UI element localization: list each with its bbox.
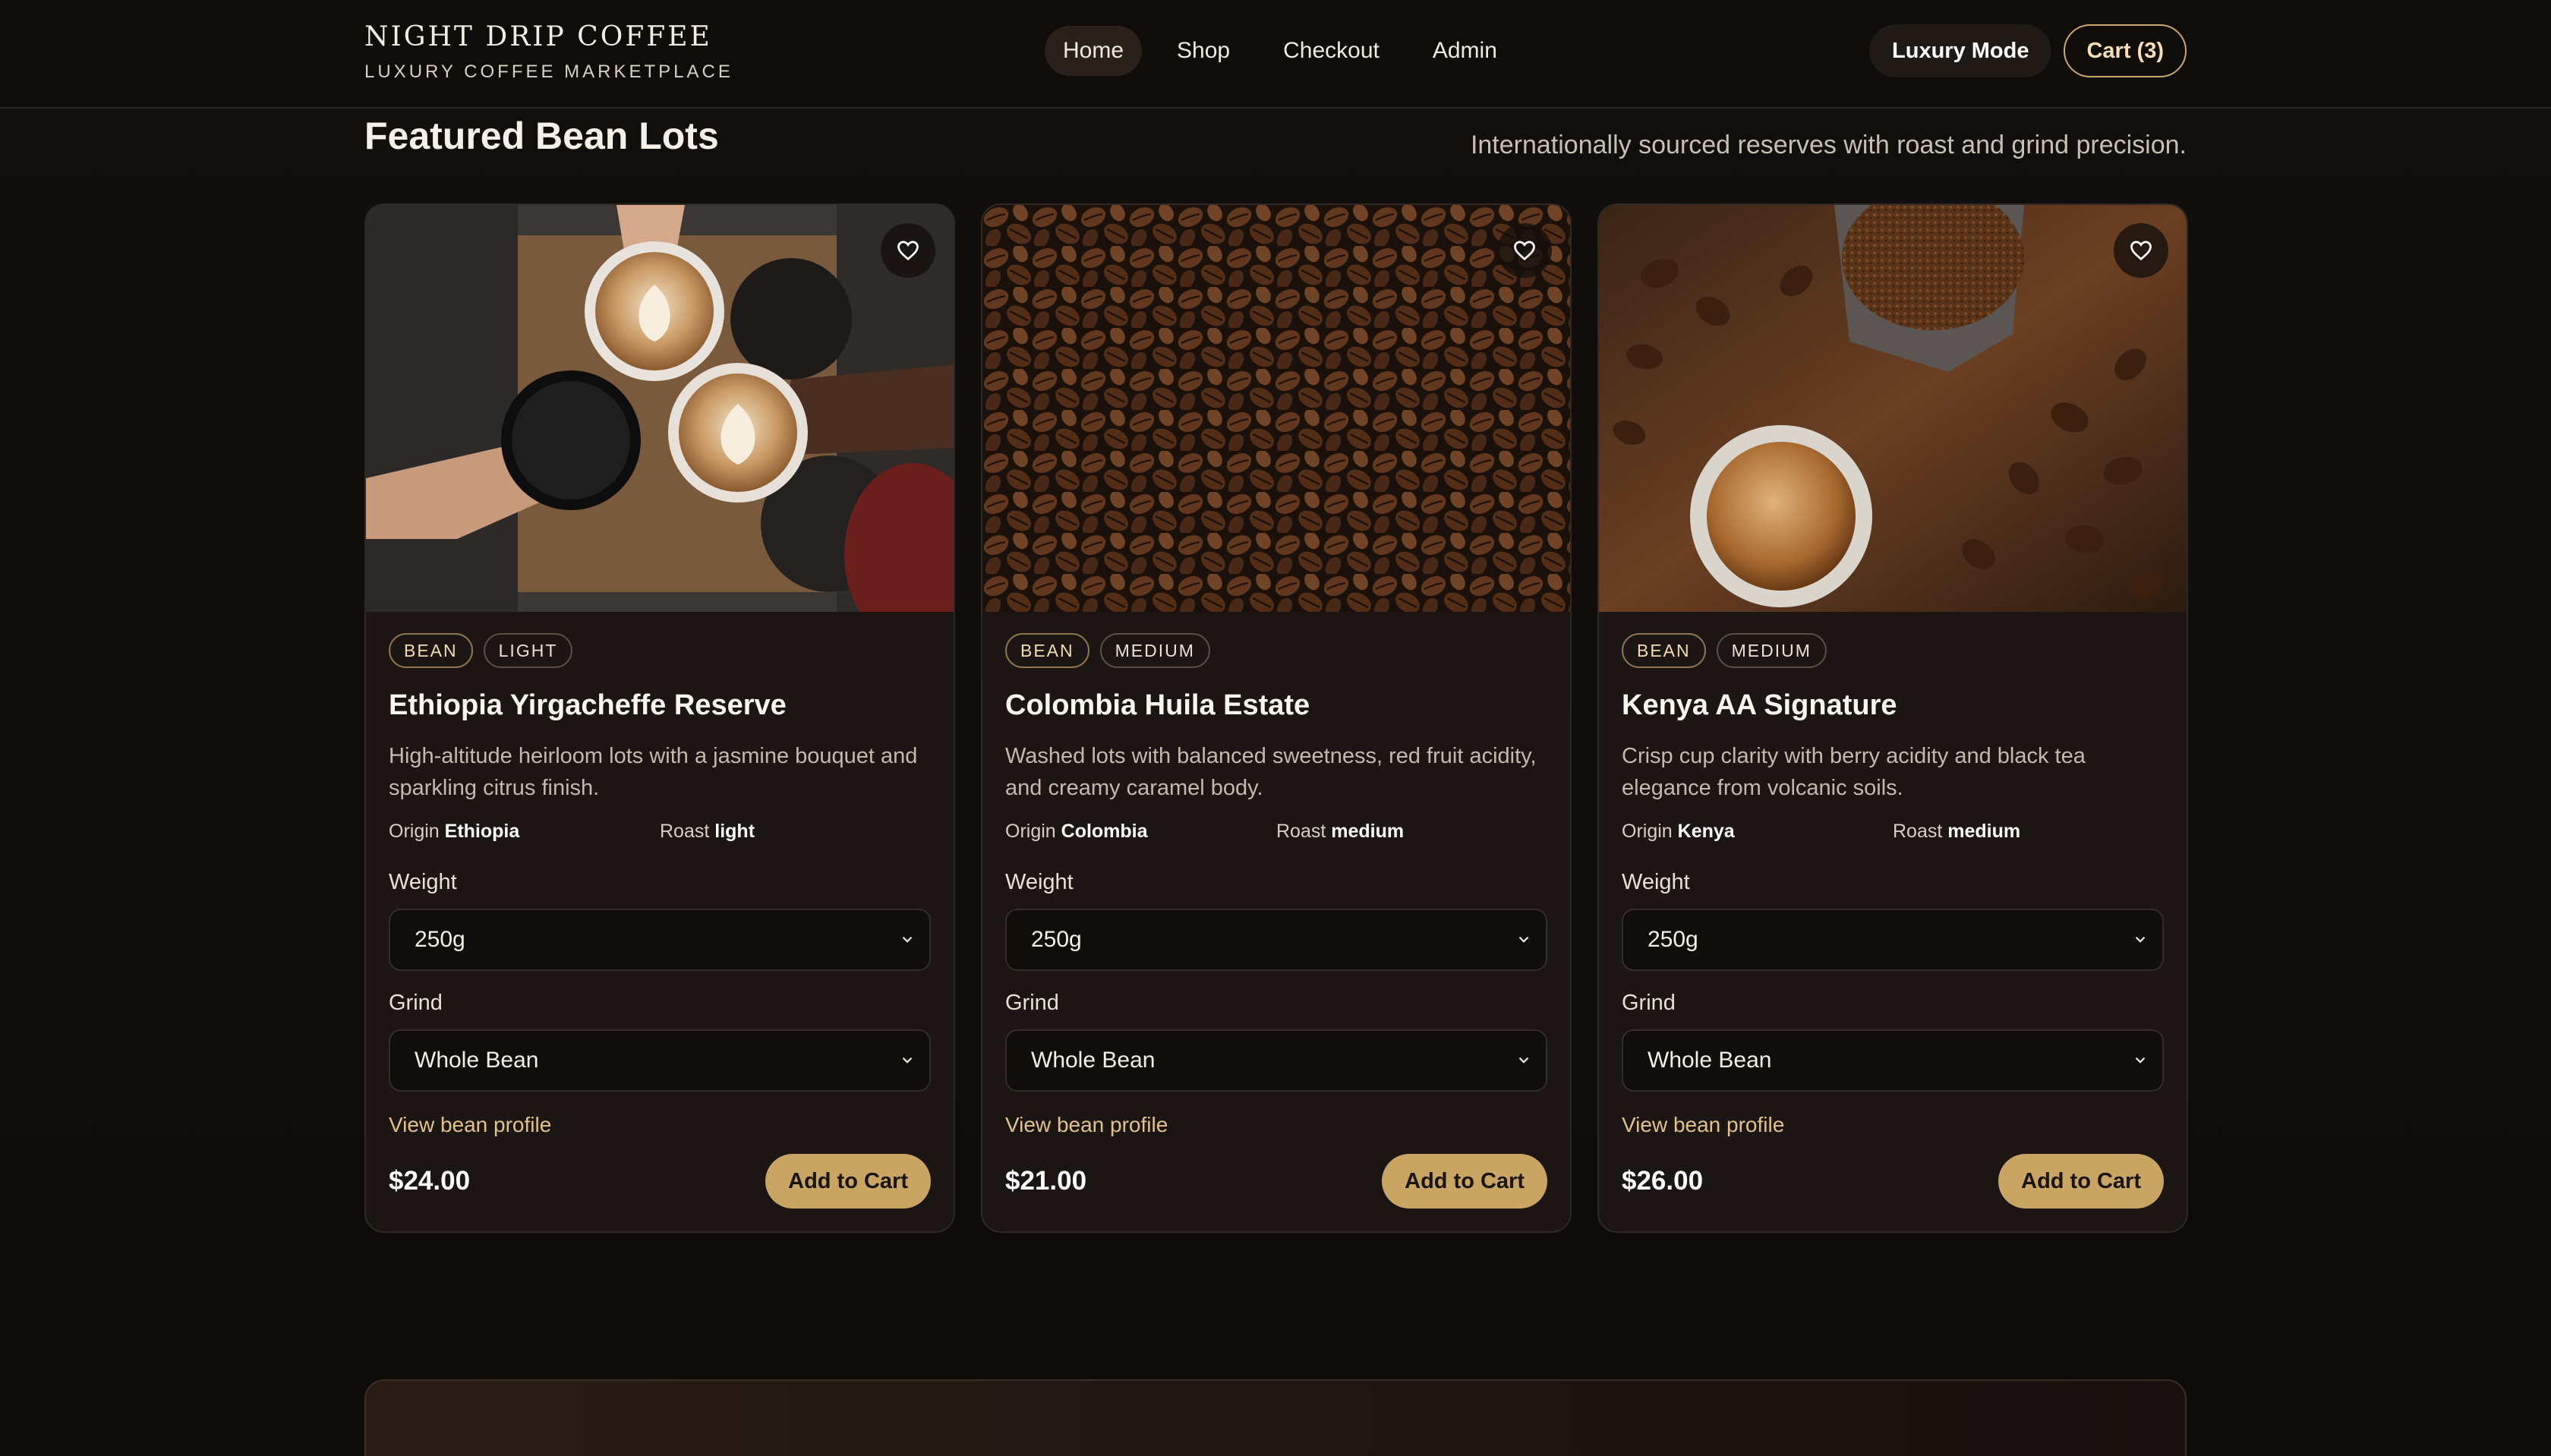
weight-value: 250g [1648, 927, 1698, 952]
origin-label: Origin [1005, 821, 1056, 842]
product-description: High-altitude heirloom lots with a jasmi… [389, 744, 918, 800]
roast-label: Roast [1893, 821, 1943, 842]
grind-label: Grind [389, 991, 443, 1015]
luxury-mode-button[interactable]: Luxury Mode [1869, 24, 2052, 77]
heart-icon [897, 241, 919, 261]
heart-icon [1514, 241, 1535, 261]
brand[interactable]: NIGHT DRIP COFFEE LUXURY COFFEE MARKETPL… [364, 21, 733, 83]
weight-select[interactable]: 250g [1622, 909, 2164, 971]
grind-value: Whole Bean [415, 1048, 539, 1073]
roast-value: medium [1331, 821, 1405, 842]
grind-select[interactable]: Whole Bean [1622, 1029, 2164, 1092]
product-card: BEAN MEDIUM Kenya AA Signature Crisp cup… [1597, 203, 2188, 1233]
roast-tag: LIGHT [483, 633, 573, 668]
product-card: BEAN LIGHT Ethiopia Yirgacheffe Reserve … [364, 203, 955, 1233]
favorite-button[interactable] [1497, 223, 1552, 278]
add-to-cart-button[interactable]: Add to Cart [1998, 1154, 2164, 1209]
grind-select[interactable]: Whole Bean [389, 1029, 931, 1092]
chevron-down-icon [902, 936, 913, 943]
weight-label: Weight [1005, 870, 1074, 894]
chevron-down-icon [1518, 1057, 1529, 1064]
roast-label: Roast [1276, 821, 1326, 842]
origin-label: Origin [1622, 821, 1673, 842]
page: NIGHT DRIP COFFEE LUXURY COFFEE MARKETPL… [0, 0, 2551, 1456]
weight-value: 250g [415, 927, 465, 952]
promo-panel [364, 1379, 2187, 1456]
weight-value: 250g [1031, 927, 1082, 952]
nav-shop[interactable]: Shop [1159, 26, 1248, 76]
weight-select[interactable]: 250g [389, 909, 931, 971]
product-price: $26.00 [1622, 1166, 1704, 1196]
origin-value: Colombia [1061, 821, 1148, 842]
origin-label: Origin [389, 821, 440, 842]
main-nav: Home Shop Checkout Admin [1045, 26, 1515, 76]
espresso-and-grounds-photo[interactable] [1599, 205, 2187, 612]
tag-list: BEAN MEDIUM [1005, 633, 1547, 668]
chevron-down-icon [2135, 1057, 2146, 1064]
product-meta: Origin Colombia Roast medium [1005, 821, 1547, 843]
tag-list: BEAN LIGHT [389, 633, 931, 668]
chevron-down-icon [2135, 936, 2146, 943]
roast-tag: MEDIUM [1716, 633, 1827, 668]
weight-select[interactable]: 250g [1005, 909, 1547, 971]
latte-cheers-photo[interactable] [366, 205, 954, 612]
product-name[interactable]: Ethiopia Yirgacheffe Reserve [389, 689, 931, 722]
weight-label: Weight [1622, 870, 1690, 894]
product-card: BEAN MEDIUM Colombia Huila Estate Washed… [981, 203, 1572, 1233]
product-meta: Origin Ethiopia Roast light [389, 821, 931, 843]
weight-label: Weight [389, 870, 457, 894]
tag-list: BEAN MEDIUM [1622, 633, 2164, 668]
grind-value: Whole Bean [1031, 1048, 1156, 1073]
nav-home[interactable]: Home [1045, 26, 1143, 76]
grind-select[interactable]: Whole Bean [1005, 1029, 1547, 1092]
add-to-cart-button[interactable]: Add to Cart [1382, 1154, 1547, 1209]
product-description: Crisp cup clarity with berry acidity and… [1622, 744, 2086, 800]
add-to-cart-button[interactable]: Add to Cart [765, 1154, 931, 1209]
view-bean-profile-link[interactable]: View bean profile [1622, 1113, 1784, 1137]
section-subtitle: Internationally sourced reserves with ro… [1470, 131, 2187, 159]
product-description: Washed lots with balanced sweetness, red… [1005, 744, 1537, 800]
roast-value: medium [1947, 821, 2021, 842]
header-actions: Luxury Mode Cart (3) [1869, 24, 2187, 77]
chevron-down-icon [902, 1057, 913, 1064]
roast-value: light [714, 821, 755, 842]
roast-label: Roast [660, 821, 710, 842]
favorite-button[interactable] [2114, 223, 2168, 278]
heart-icon [2130, 241, 2152, 261]
origin-value: Ethiopia [444, 821, 520, 842]
grind-value: Whole Bean [1648, 1048, 1772, 1073]
top-header: NIGHT DRIP COFFEE LUXURY COFFEE MARKETPL… [0, 0, 2551, 109]
view-bean-profile-link[interactable]: View bean profile [1005, 1113, 1168, 1137]
nav-admin[interactable]: Admin [1414, 26, 1515, 76]
roasted-beans-photo[interactable] [982, 205, 1570, 612]
product-price: $21.00 [1005, 1166, 1087, 1196]
product-name[interactable]: Colombia Huila Estate [1005, 689, 1547, 722]
brand-title: NIGHT DRIP COFFEE [364, 21, 712, 52]
product-grid: BEAN LIGHT Ethiopia Yirgacheffe Reserve … [364, 203, 2188, 1233]
favorite-button[interactable] [881, 223, 935, 278]
chevron-down-icon [1518, 936, 1529, 943]
type-tag: BEAN [1005, 633, 1089, 668]
origin-value: Kenya [1677, 821, 1735, 842]
cart-button[interactable]: Cart (3) [2064, 24, 2187, 77]
type-tag: BEAN [389, 633, 473, 668]
type-tag: BEAN [1622, 633, 1706, 668]
product-name[interactable]: Kenya AA Signature [1622, 689, 2164, 722]
grind-label: Grind [1005, 991, 1059, 1015]
product-meta: Origin Kenya Roast medium [1622, 821, 2164, 843]
roast-tag: MEDIUM [1099, 633, 1210, 668]
product-price: $24.00 [389, 1166, 471, 1196]
view-bean-profile-link[interactable]: View bean profile [389, 1113, 551, 1137]
nav-checkout[interactable]: Checkout [1265, 26, 1398, 76]
grind-label: Grind [1622, 991, 1676, 1015]
brand-subtitle: LUXURY COFFEE MARKETPLACE [364, 61, 733, 82]
section-title: Featured Bean Lots [364, 115, 719, 157]
